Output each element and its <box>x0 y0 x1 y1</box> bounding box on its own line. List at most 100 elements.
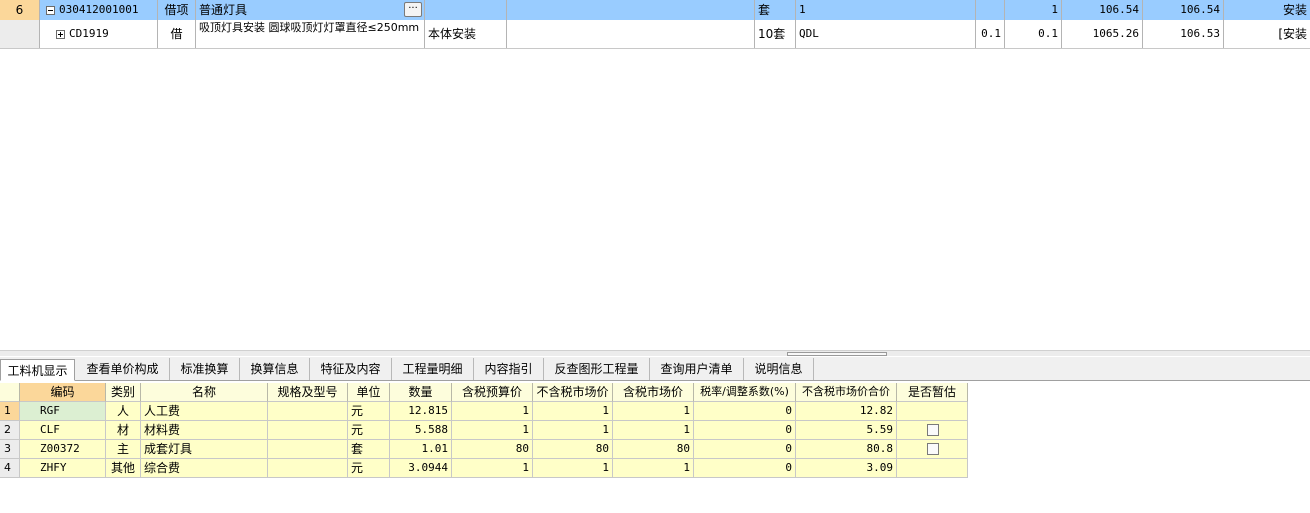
tax-rate-cell[interactable]: 0 <box>694 402 796 421</box>
price-cell[interactable]: 1065.26 <box>1062 20 1143 48</box>
pretax-market-price-cell[interactable]: 1 <box>533 459 613 478</box>
header-name[interactable]: 名称 <box>141 383 268 402</box>
splitter-grip[interactable] <box>787 352 887 356</box>
tax-rate-cell[interactable]: 0 <box>694 421 796 440</box>
tax-budget-price-cell[interactable]: 1 <box>452 421 533 440</box>
table-row[interactable]: 3 Z00372 主 成套灯具 套 1.01 80 80 80 0 80.8 <box>0 440 968 459</box>
qty2-cell[interactable]: 0.1 <box>1005 20 1062 48</box>
pretax-market-price-cell[interactable]: 1 <box>533 421 613 440</box>
tax-rate-cell[interactable]: 0 <box>694 459 796 478</box>
header-category[interactable]: 类别 <box>106 383 141 402</box>
tax-market-price-cell[interactable]: 80 <box>613 440 694 459</box>
unit-cell[interactable]: 套 <box>755 0 796 20</box>
more-button[interactable]: ··· <box>404 2 422 17</box>
provisional-checkbox[interactable] <box>927 424 939 436</box>
header-pretax-market-price[interactable]: 不含税市场价 <box>533 383 613 402</box>
tax-market-price-cell[interactable]: 1 <box>613 421 694 440</box>
category-cell[interactable]: 人 <box>106 402 141 421</box>
name-cell[interactable]: 材料费 <box>141 421 268 440</box>
unit-cell[interactable]: 10套 <box>755 20 796 48</box>
code-cell[interactable]: CLF <box>20 421 106 440</box>
tab-conversion-info[interactable]: 换算信息 <box>240 358 310 380</box>
name-cell[interactable]: 人工费 <box>141 402 268 421</box>
row-number[interactable] <box>0 20 40 48</box>
quantity-cell[interactable]: 12.815 <box>390 402 452 421</box>
code-cell[interactable]: 030412001001 <box>40 0 158 20</box>
pretax-market-total-cell[interactable]: 3.09 <box>796 459 897 478</box>
row-number[interactable]: 3 <box>0 440 20 459</box>
tab-quantity-detail[interactable]: 工程量明细 <box>392 358 474 380</box>
row-number[interactable]: 4 <box>0 459 20 478</box>
unit-cell[interactable]: 元 <box>348 459 390 478</box>
category-cell[interactable]: [安装 <box>1224 20 1310 48</box>
name-cell[interactable]: 吸顶灯具安装 圆球吸顶灯灯罩直径≤250mm <box>196 20 425 48</box>
header-tax-rate[interactable]: 税率/调整系数(%) <box>694 383 796 402</box>
header-tax-budget-price[interactable]: 含税预算价 <box>452 383 533 402</box>
header-code[interactable]: 编码 <box>20 383 106 402</box>
pretax-market-total-cell[interactable]: 5.59 <box>796 421 897 440</box>
table-row[interactable]: 4 ZHFY 其他 综合费 元 3.0944 1 1 1 0 3.09 <box>0 459 968 478</box>
type-cell[interactable]: 借项 <box>158 0 196 20</box>
spec-cell[interactable] <box>268 459 348 478</box>
code-cell[interactable]: CD1919 <box>40 20 158 48</box>
provisional-checkbox[interactable] <box>927 443 939 455</box>
provisional-cell[interactable] <box>897 459 968 478</box>
spec-cell[interactable] <box>507 0 755 20</box>
quantity-cell[interactable]: 5.588 <box>390 421 452 440</box>
pretax-market-total-cell[interactable]: 12.82 <box>796 402 897 421</box>
tab-labor-material-machine[interactable]: 工料机显示 <box>0 359 75 381</box>
tab-unit-price-composition[interactable]: 查看单价构成 <box>76 358 170 380</box>
category-cell[interactable]: 材 <box>106 421 141 440</box>
header-pretax-market-total[interactable]: 不含税市场价合价 <box>796 383 897 402</box>
header-quantity[interactable]: 数量 <box>390 383 452 402</box>
category-cell[interactable]: 安装 <box>1224 0 1310 20</box>
quantity-cell[interactable]: 1.01 <box>390 440 452 459</box>
pretax-market-price-cell[interactable]: 80 <box>533 440 613 459</box>
quantity-cell[interactable]: 3.0944 <box>390 459 452 478</box>
feature-cell[interactable] <box>425 0 507 20</box>
spec-cell[interactable] <box>507 20 755 48</box>
feature-cell[interactable]: 本体安装 <box>425 20 507 48</box>
table-row[interactable]: 2 CLF 材 材料费 元 5.588 1 1 1 0 5.59 <box>0 421 968 440</box>
tab-content-guide[interactable]: 内容指引 <box>474 358 544 380</box>
provisional-cell[interactable] <box>897 440 968 459</box>
row-number[interactable]: 6 <box>0 0 40 20</box>
tax-budget-price-cell[interactable]: 1 <box>452 459 533 478</box>
header-tax-market-price[interactable]: 含税市场价 <box>613 383 694 402</box>
spec-cell[interactable] <box>268 421 348 440</box>
total-cell[interactable]: 106.54 <box>1143 0 1224 20</box>
tab-features-content[interactable]: 特征及内容 <box>310 358 392 380</box>
tax-budget-price-cell[interactable]: 80 <box>452 440 533 459</box>
unit-cell[interactable]: 元 <box>348 421 390 440</box>
tab-graphic-quantity-lookup[interactable]: 反查图形工程量 <box>544 358 650 380</box>
tax-market-price-cell[interactable]: 1 <box>613 459 694 478</box>
provisional-cell[interactable] <box>897 402 968 421</box>
pretax-market-price-cell[interactable]: 1 <box>533 402 613 421</box>
tab-description-info[interactable]: 说明信息 <box>744 358 814 380</box>
code-cell[interactable]: Z00372 <box>20 440 106 459</box>
tax-market-price-cell[interactable]: 1 <box>613 402 694 421</box>
pane-splitter[interactable] <box>0 350 1310 356</box>
price-cell[interactable]: 106.54 <box>1062 0 1143 20</box>
qty1-cell[interactable]: 0.1 <box>976 20 1005 48</box>
total-cell[interactable]: 106.53 <box>1143 20 1224 48</box>
pretax-market-total-cell[interactable]: 80.8 <box>796 440 897 459</box>
spec-cell[interactable] <box>268 440 348 459</box>
top-row-selected[interactable]: 6 030412001001 借项 普通灯具 ··· 套 1 1 106.54 … <box>0 0 1310 20</box>
header-unit[interactable]: 单位 <box>348 383 390 402</box>
unit-cell[interactable]: 套 <box>348 440 390 459</box>
header-spec[interactable]: 规格及型号 <box>268 383 348 402</box>
provisional-cell[interactable] <box>897 421 968 440</box>
row-number[interactable]: 2 <box>0 421 20 440</box>
top-row[interactable]: CD1919 借 吸顶灯具安装 圆球吸顶灯灯罩直径≤250mm 本体安装 10套… <box>0 20 1310 49</box>
expr-cell[interactable]: QDL <box>796 20 976 48</box>
tab-user-bill-query[interactable]: 查询用户清单 <box>650 358 744 380</box>
row-number[interactable]: 1 <box>0 402 20 421</box>
code-cell[interactable]: RGF <box>20 402 106 421</box>
category-cell[interactable]: 其他 <box>106 459 141 478</box>
tax-budget-price-cell[interactable]: 1 <box>452 402 533 421</box>
tab-standard-conversion[interactable]: 标准换算 <box>170 358 240 380</box>
spec-cell[interactable] <box>268 402 348 421</box>
category-cell[interactable]: 主 <box>106 440 141 459</box>
code-cell[interactable]: ZHFY <box>20 459 106 478</box>
